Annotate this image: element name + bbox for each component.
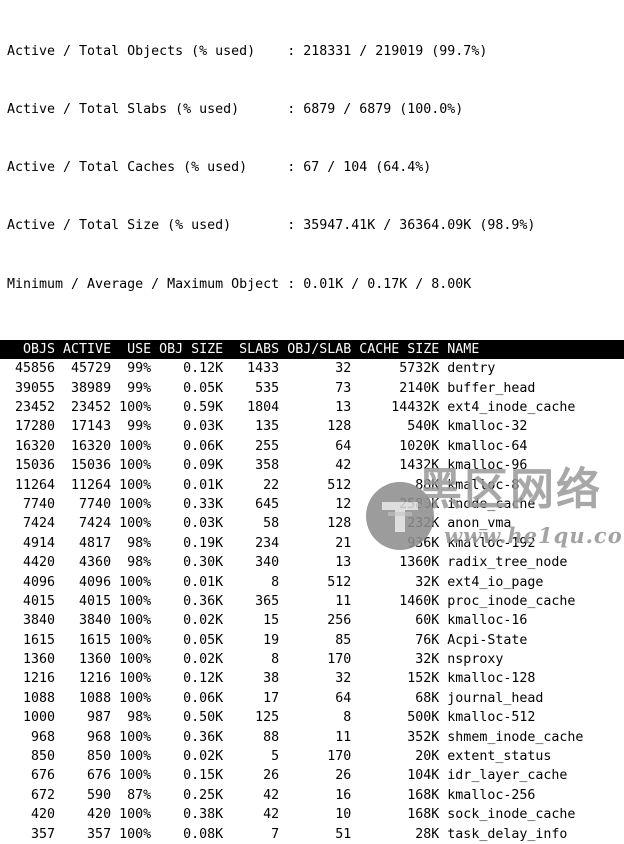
table-row: 1360 1360 100% 0.02K 8 170 32K nsproxy bbox=[7, 652, 504, 668]
table-row: 11264 11264 100% 0.01K 22 512 88K kmallo… bbox=[7, 477, 520, 493]
table-row: 4015 4015 100% 0.36K 365 11 1460K proc_i… bbox=[7, 593, 576, 609]
table-row: 3840 3840 100% 0.02K 15 256 60K kmalloc-… bbox=[7, 613, 528, 629]
table-row: 4096 4096 100% 0.01K 8 512 32K ext4_io_p… bbox=[7, 574, 544, 590]
table-row: 1000 987 98% 0.50K 125 8 500K kmalloc-51… bbox=[7, 710, 536, 726]
summary-line-slabs: Active / Total Slabs (% used) : 6879 / 6… bbox=[7, 102, 464, 118]
slabtop-summary: Active / Total Objects (% used) : 218331… bbox=[0, 0, 624, 333]
table-row: 1088 1088 100% 0.06K 17 64 68K journal_h… bbox=[7, 690, 544, 706]
table-column-header: OBJS ACTIVE USE OBJ SIZE SLABS OBJ/SLAB … bbox=[0, 339, 624, 360]
table-row: 23452 23452 100% 0.59K 1804 13 14432K ex… bbox=[7, 400, 576, 415]
summary-line-objsizes: Minimum / Average / Maximum Object : 0.0… bbox=[7, 276, 472, 292]
table-row: 4914 4817 98% 0.19K 234 21 936K kmalloc-… bbox=[7, 535, 536, 551]
table-row: 676 676 100% 0.15K 26 26 104K idr_layer_… bbox=[7, 768, 568, 784]
table-row: 45856 45729 99% 0.12K 1433 32 5732K dent… bbox=[7, 361, 496, 377]
slab-table-body: 45856 45729 99% 0.12K 1433 32 5732K dent… bbox=[0, 359, 624, 844]
table-row: 357 357 100% 0.08K 7 51 28K task_delay_i… bbox=[7, 826, 568, 842]
table-row: 420 420 100% 0.38K 42 10 168K sock_inode… bbox=[7, 807, 576, 823]
table-row: 7424 7424 100% 0.03K 58 128 232K anon_vm… bbox=[7, 516, 512, 532]
table-row: 672 590 87% 0.25K 42 16 168K kmalloc-256 bbox=[7, 787, 536, 803]
table-row: 4420 4360 98% 0.30K 340 13 1360K radix_t… bbox=[7, 555, 568, 571]
table-row: 17280 17143 99% 0.03K 135 128 540K kmall… bbox=[7, 419, 528, 435]
table-row: 968 968 100% 0.36K 88 11 352K shmem_inod… bbox=[7, 729, 584, 745]
table-row: 16320 16320 100% 0.06K 255 64 1020K kmal… bbox=[7, 438, 528, 454]
table-row: 1615 1615 100% 0.05K 19 85 76K Acpi-Stat… bbox=[7, 632, 528, 648]
summary-table-spacer bbox=[0, 333, 624, 340]
table-row: 7740 7740 100% 0.33K 645 12 2580K inode_… bbox=[7, 496, 536, 512]
table-row: 1216 1216 100% 0.12K 38 32 152K kmalloc-… bbox=[7, 671, 536, 687]
summary-line-size: Active / Total Size (% used) : 35947.41K… bbox=[7, 218, 536, 234]
terminal-window: Active / Total Objects (% used) : 218331… bbox=[0, 0, 624, 842]
table-row: 850 850 100% 0.02K 5 170 20K extent_stat… bbox=[7, 749, 552, 765]
table-row: 39055 38989 99% 0.05K 535 73 2140K buffe… bbox=[7, 380, 536, 396]
summary-line-caches: Active / Total Caches (% used) : 67 / 10… bbox=[7, 160, 432, 176]
table-row: 15036 15036 100% 0.09K 358 42 1432K kmal… bbox=[7, 458, 528, 474]
summary-line-objects: Active / Total Objects (% used) : 218331… bbox=[7, 43, 488, 59]
